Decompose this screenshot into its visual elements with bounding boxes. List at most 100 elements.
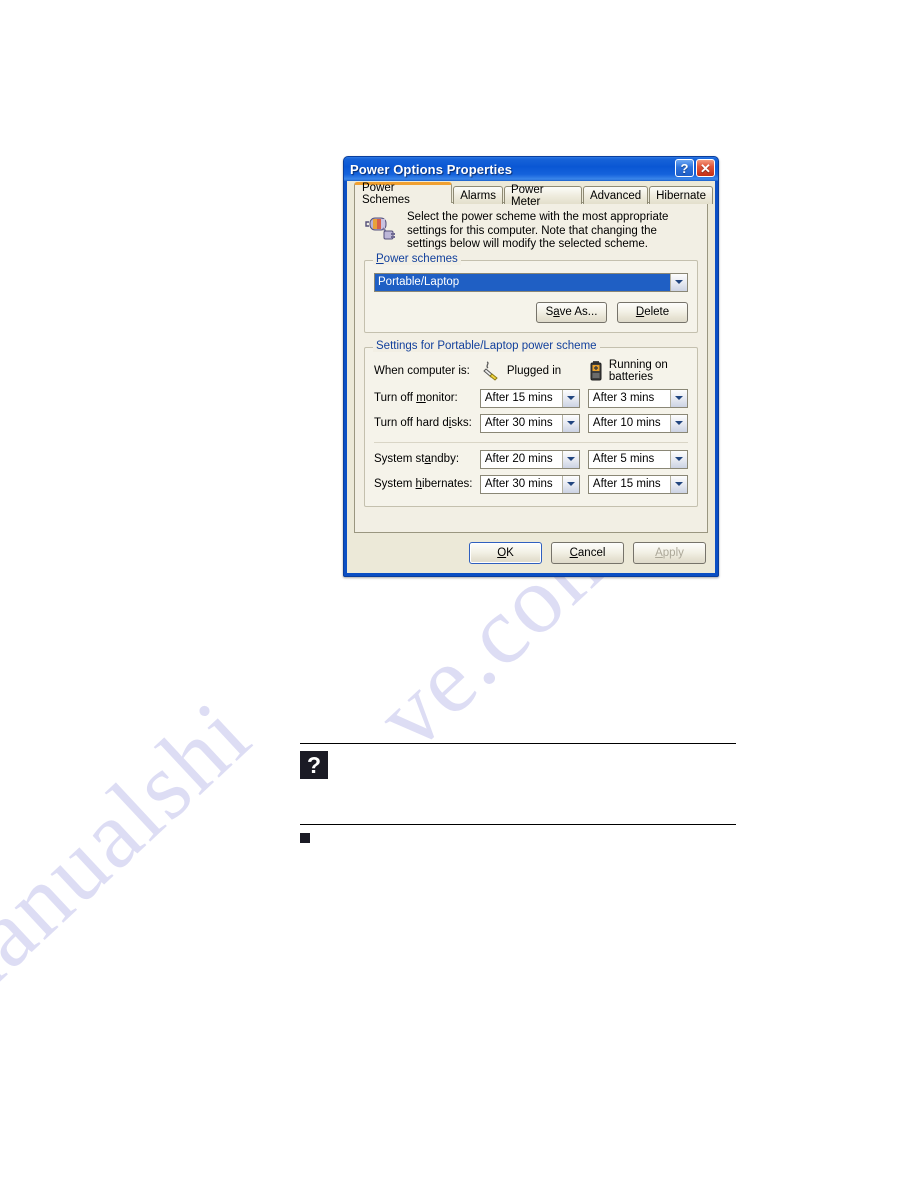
turn-off-hard-disks-plugged-dropdown[interactable]: After 30 mins <box>479 413 580 433</box>
chevron-glyph <box>566 396 575 400</box>
ok-button[interactable]: OK <box>469 542 542 564</box>
system-hibernates-plugged-dropdown[interactable]: After 30 mins <box>479 474 580 494</box>
turn-off-monitor-plugged-dropdown[interactable]: After 15 mins <box>479 388 580 408</box>
table-row: System hibernates: After 30 mins After 1… <box>374 472 688 497</box>
dialog-client-area: Power Schemes Alarms Power Meter Advance… <box>347 181 715 573</box>
system-standby-battery-dropdown[interactable]: After 5 mins <box>587 449 688 469</box>
note-icon-glyph: ? <box>306 751 322 778</box>
table-row: System standby: After 20 mins After 5 mi… <box>374 447 688 472</box>
turn-off-hard-disks-battery-dropdown[interactable]: After 10 mins <box>587 413 688 433</box>
tab-strip: Power Schemes Alarms Power Meter Advance… <box>348 182 714 208</box>
question-mark-icon: ? <box>680 160 689 176</box>
ok-label: OK <box>497 547 514 559</box>
chevron-down-icon[interactable] <box>561 450 579 468</box>
description-block: Select the power scheme with the most ap… <box>355 203 707 256</box>
turn-off-monitor-label: Turn off monitor: <box>374 392 458 404</box>
cancel-button[interactable]: Cancel <box>551 542 624 564</box>
turn-off-monitor-battery-dropdown[interactable]: After 3 mins <box>587 388 688 408</box>
delete-button[interactable]: Delete <box>617 301 688 323</box>
tab-hibernate[interactable]: Hibernate <box>649 186 713 204</box>
power-scheme-icon <box>365 213 397 245</box>
chevron-glyph <box>675 482 683 486</box>
chevron-down-icon[interactable] <box>561 389 579 407</box>
turn-off-hard-disks-battery-cell: After 10 mins <box>587 411 688 436</box>
system-standby-battery-cell: After 5 mins <box>587 447 688 472</box>
power-scheme-selected-value: Portable/Laptop <box>375 273 670 291</box>
chevron-glyph <box>566 421 575 425</box>
power-schemes-group-body: Portable/Laptop Save As... Delete <box>365 261 697 332</box>
turn-off-hard-disks-label: Turn off hard disks: <box>374 417 472 429</box>
note-block: ? <box>300 743 736 825</box>
close-button[interactable]: ✕ <box>696 159 715 177</box>
dropdown-value: After 5 mins <box>592 453 655 465</box>
chevron-down-icon[interactable] <box>670 414 687 432</box>
chevron-down-icon[interactable] <box>670 389 687 407</box>
save-as-label: Save As... <box>545 306 598 318</box>
chevron-glyph <box>675 457 683 461</box>
power-settings-table: When computer is: Plugged in Running on … <box>374 356 688 497</box>
turn-off-monitor-battery-cell: After 3 mins <box>587 386 688 411</box>
dialog-title: Power Options Properties <box>350 161 513 177</box>
power-schemes-groupbox: Power schemes Portable/Laptop Save As...… <box>364 252 698 333</box>
settings-separator <box>374 441 688 443</box>
dropdown-value: After 3 mins <box>592 392 655 404</box>
watermark-text-left: manualshi <box>0 679 271 1040</box>
chevron-down-icon[interactable] <box>561 414 579 432</box>
note-body-area: ? <box>300 744 736 824</box>
chevron-down-icon[interactable] <box>561 475 579 493</box>
settings-group-label: Settings for Portable/Laptop power schem… <box>373 339 600 352</box>
help-button[interactable]: ? <box>675 159 694 177</box>
dialog-titlebar[interactable]: Power Options Properties ? ✕ <box>344 157 718 181</box>
tab-label: Power Schemes <box>362 182 410 206</box>
system-hibernates-plugged-cell: After 30 mins <box>479 472 588 497</box>
chevron-down-icon[interactable] <box>670 475 687 493</box>
system-hibernates-label: System hibernates: <box>374 478 473 490</box>
system-standby-plugged-cell: After 20 mins <box>479 447 588 472</box>
chevron-down-icon[interactable] <box>670 450 687 468</box>
save-as-button[interactable]: Save As... <box>536 301 607 323</box>
chevron-down-icon[interactable] <box>670 273 687 291</box>
system-standby-label: System standby: <box>374 453 460 465</box>
bullet-square-marker <box>300 833 310 843</box>
table-row: Turn off hard disks: After 30 mins After… <box>374 411 688 436</box>
tab-label: Power Meter <box>510 183 544 208</box>
tab-power-schemes[interactable]: Power Schemes <box>354 182 453 206</box>
tab-label: Alarms <box>460 189 496 202</box>
power-plug-icon <box>480 360 502 382</box>
tab-alarms[interactable]: Alarms <box>453 186 503 204</box>
tab-page-power-schemes: Select the power scheme with the most ap… <box>354 202 708 533</box>
plugged-in-label: Plugged in <box>506 364 562 377</box>
chevron-glyph <box>675 396 683 400</box>
battery-icon <box>588 360 604 382</box>
close-icon: ✕ <box>700 160 711 176</box>
delete-label: Delete <box>635 306 670 318</box>
accel-char: P <box>376 252 384 265</box>
power-scheme-button-row: Save As... Delete <box>374 301 688 323</box>
chevron-glyph <box>566 457 575 461</box>
description-text: Select the power scheme with the most ap… <box>407 211 669 250</box>
tab-label: Hibernate <box>656 189 706 202</box>
settings-separator-row <box>374 436 688 447</box>
power-scheme-combobox[interactable]: Portable/Laptop <box>374 272 688 292</box>
chevron-glyph <box>675 280 683 284</box>
system-standby-plugged-dropdown[interactable]: After 20 mins <box>479 449 580 469</box>
system-hibernates-battery-dropdown[interactable]: After 15 mins <box>587 474 688 494</box>
dropdown-value: After 10 mins <box>592 417 661 429</box>
settings-groupbox: Settings for Portable/Laptop power schem… <box>364 339 698 507</box>
group-label-rest: ower schemes <box>383 252 458 265</box>
settings-header-row: When computer is: Plugged in Running on … <box>374 356 688 386</box>
turn-off-monitor-plugged-cell: After 15 mins <box>479 386 588 411</box>
tab-power-meter[interactable]: Power Meter <box>503 184 582 208</box>
power-options-dialog: Power Options Properties ? ✕ Power Schem… <box>343 156 719 577</box>
tab-advanced[interactable]: Advanced <box>582 186 649 204</box>
apply-label: Apply <box>655 547 684 559</box>
dropdown-value: After 15 mins <box>484 392 553 404</box>
tab-label: Advanced <box>589 189 642 202</box>
titlebar-button-group: ? ✕ <box>675 159 715 177</box>
note-rule-bottom <box>300 824 736 825</box>
note-question-icon: ? <box>300 751 328 779</box>
cancel-label: Cancel <box>569 547 606 559</box>
apply-button: Apply <box>633 542 706 564</box>
chevron-glyph <box>566 482 575 486</box>
dropdown-value: After 15 mins <box>592 478 661 490</box>
